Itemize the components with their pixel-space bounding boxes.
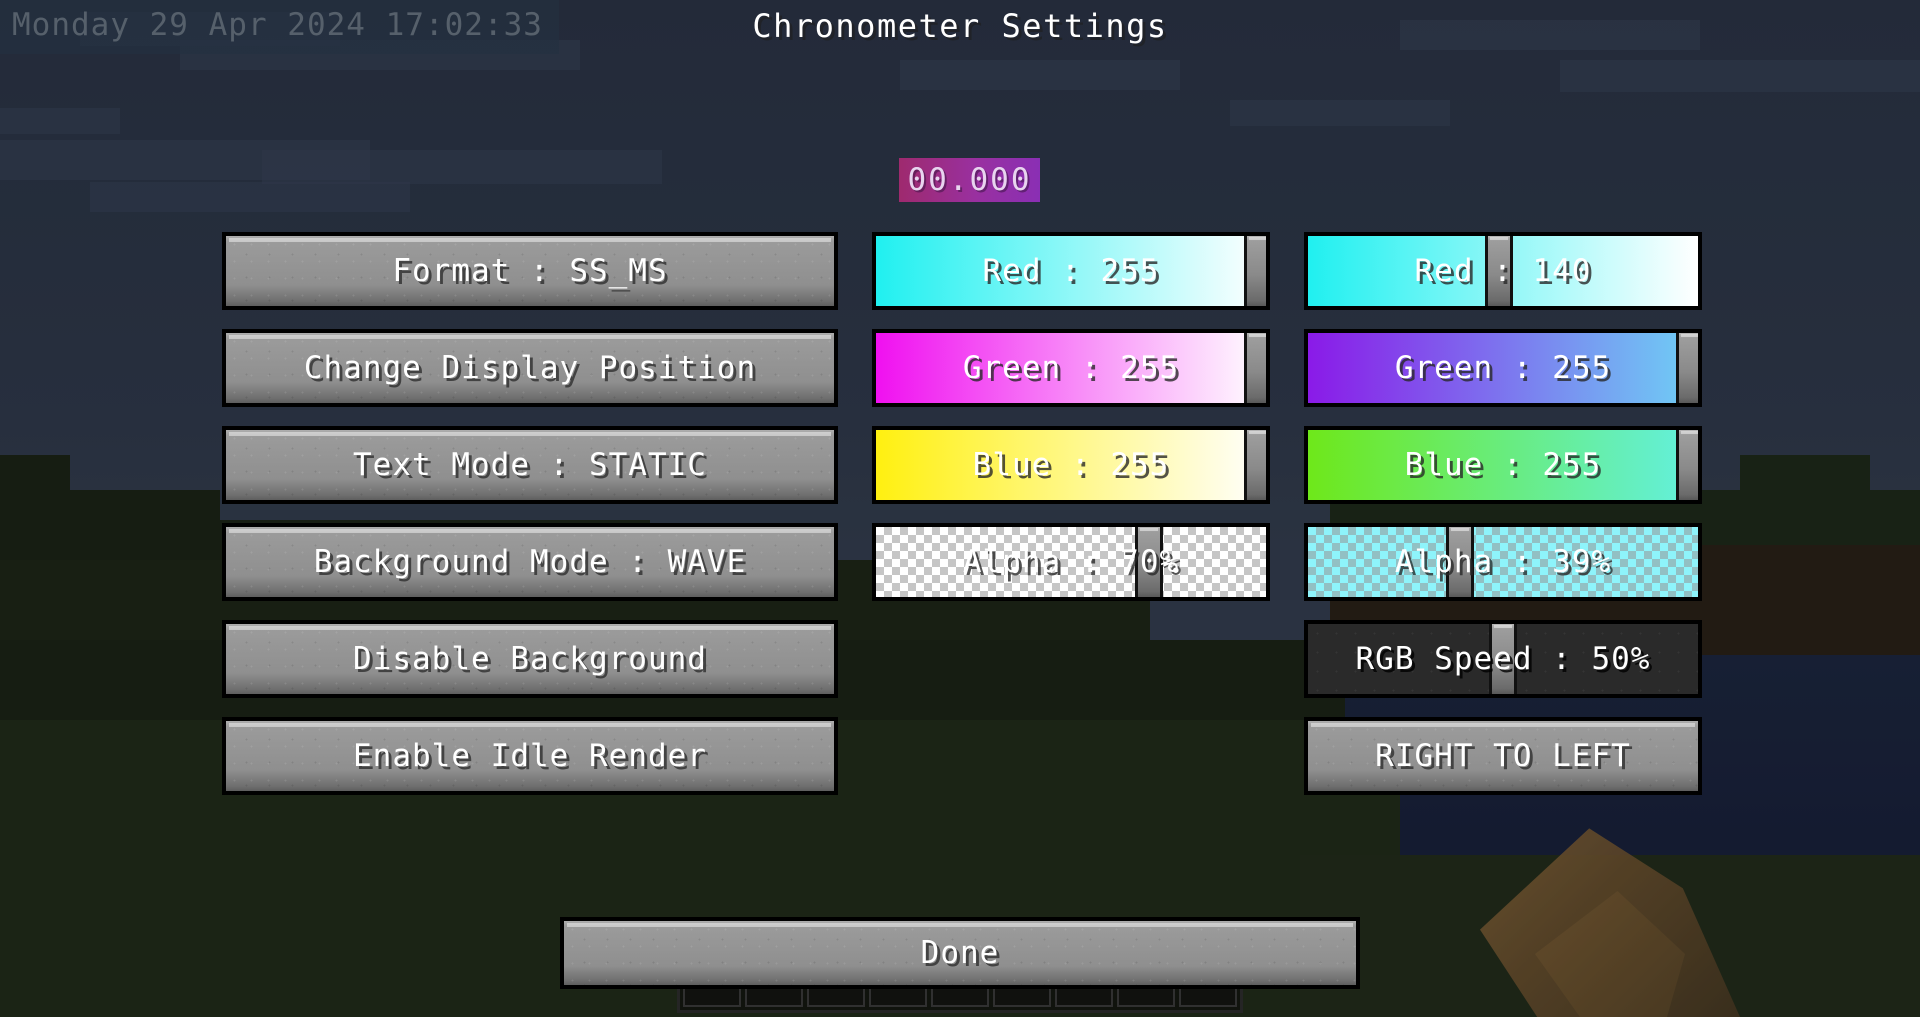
bg-alpha-handle[interactable] (1446, 527, 1475, 597)
bg-red-handle[interactable] (1485, 236, 1514, 306)
text-alpha-slider[interactable]: Alpha : 70% (872, 523, 1270, 601)
background-mode-button[interactable]: Background Mode : WAVE (222, 523, 838, 601)
change-position-label: Change Display Position (303, 350, 757, 386)
bg-blue-track (1308, 430, 1698, 500)
bg-blue-handle[interactable] (1676, 430, 1698, 500)
text-red-track (876, 236, 1266, 306)
done-button-label: Done (920, 935, 1000, 971)
row-text-mode: Text Mode : STATIC (222, 426, 838, 504)
done-button[interactable]: Done (560, 917, 1360, 989)
chronometer-value: 00.000 (907, 162, 1032, 198)
row-bg-red: Red : 140 (1304, 232, 1702, 310)
done-button-wrapper: Done (560, 917, 1360, 989)
text-green-handle[interactable] (1244, 333, 1266, 403)
format-label: Format : SS_MS (392, 253, 668, 289)
row-bg-green: Green : 255 (1304, 329, 1702, 407)
text-blue-handle[interactable] (1244, 430, 1266, 500)
rgb-speed-handle[interactable] (1489, 624, 1517, 694)
stone-texture (226, 527, 834, 597)
bg-alpha-slider[interactable]: Alpha : 39% (1304, 523, 1702, 601)
text-color-column: Red : 255 Green : 255 Blue : 255 Alpha : 70… (872, 232, 1270, 620)
stone-texture (1308, 721, 1698, 791)
row-bg-alpha: Alpha : 39% (1304, 523, 1702, 601)
text-blue-slider[interactable]: Blue : 255 (872, 426, 1270, 504)
background-color-column: Red : 140 Green : 255 Blue : 255 Alpha : 39… (1304, 232, 1702, 814)
row-text-green: Green : 255 (872, 329, 1270, 407)
bg-green-slider[interactable]: Green : 255 (1304, 329, 1702, 407)
page-title: Chronometer Settings (752, 7, 1168, 45)
bg-red-slider[interactable]: Red : 140 (1304, 232, 1702, 310)
text-red-handle[interactable] (1244, 236, 1266, 306)
stone-texture (226, 333, 834, 403)
bg-alpha-track (1308, 527, 1698, 597)
text-green-slider[interactable]: Green : 255 (872, 329, 1270, 407)
chronometer-preview: 00.000 (899, 158, 1040, 202)
rgb-speed-slider[interactable]: RGB Speed : 50% (1304, 620, 1702, 698)
row-background-mode: Background Mode : WAVE (222, 523, 838, 601)
row-format: Format : SS_MS (222, 232, 838, 310)
text-mode-button[interactable]: Text Mode : STATIC (222, 426, 838, 504)
bg-green-track (1308, 333, 1698, 403)
row-disable-background: Disable Background (222, 620, 838, 698)
row-direction: RIGHT TO LEFT (1304, 717, 1702, 795)
row-text-alpha: Alpha : 70% (872, 523, 1270, 601)
row-bg-blue: Blue : 255 (1304, 426, 1702, 504)
disable-background-button[interactable]: Disable Background (222, 620, 838, 698)
stone-texture (564, 921, 1356, 985)
direction-button[interactable]: RIGHT TO LEFT (1304, 717, 1702, 795)
row-text-blue: Blue : 255 (872, 426, 1270, 504)
text-green-track (876, 333, 1266, 403)
row-text-red: Red : 255 (872, 232, 1270, 310)
disable-background-label: Disable Background (353, 641, 707, 677)
text-alpha-track (876, 527, 1266, 597)
left-options-column: Format : SS_MS Change Display Position Tex… (222, 232, 838, 814)
stone-texture (226, 236, 834, 306)
enable-idle-render-button[interactable]: Enable Idle Render (222, 717, 838, 795)
row-change-position: Change Display Position (222, 329, 838, 407)
direction-label: RIGHT TO LEFT (1375, 738, 1631, 774)
enable-idle-render-label: Enable Idle Render (353, 738, 707, 774)
stone-texture (226, 430, 834, 500)
row-rgb-speed: RGB Speed : 50% (1304, 620, 1702, 698)
text-alpha-handle[interactable] (1135, 527, 1163, 597)
bg-green-handle[interactable] (1676, 333, 1698, 403)
row-enable-idle-render: Enable Idle Render (222, 717, 838, 795)
bg-blue-slider[interactable]: Blue : 255 (1304, 426, 1702, 504)
stone-texture (226, 721, 834, 791)
format-button[interactable]: Format : SS_MS (222, 232, 838, 310)
change-position-button[interactable]: Change Display Position (222, 329, 838, 407)
stone-texture (226, 624, 834, 694)
text-red-slider[interactable]: Red : 255 (872, 232, 1270, 310)
text-blue-track (876, 430, 1266, 500)
text-mode-label: Text Mode : STATIC (353, 447, 707, 483)
background-mode-label: Background Mode : WAVE (313, 544, 747, 580)
